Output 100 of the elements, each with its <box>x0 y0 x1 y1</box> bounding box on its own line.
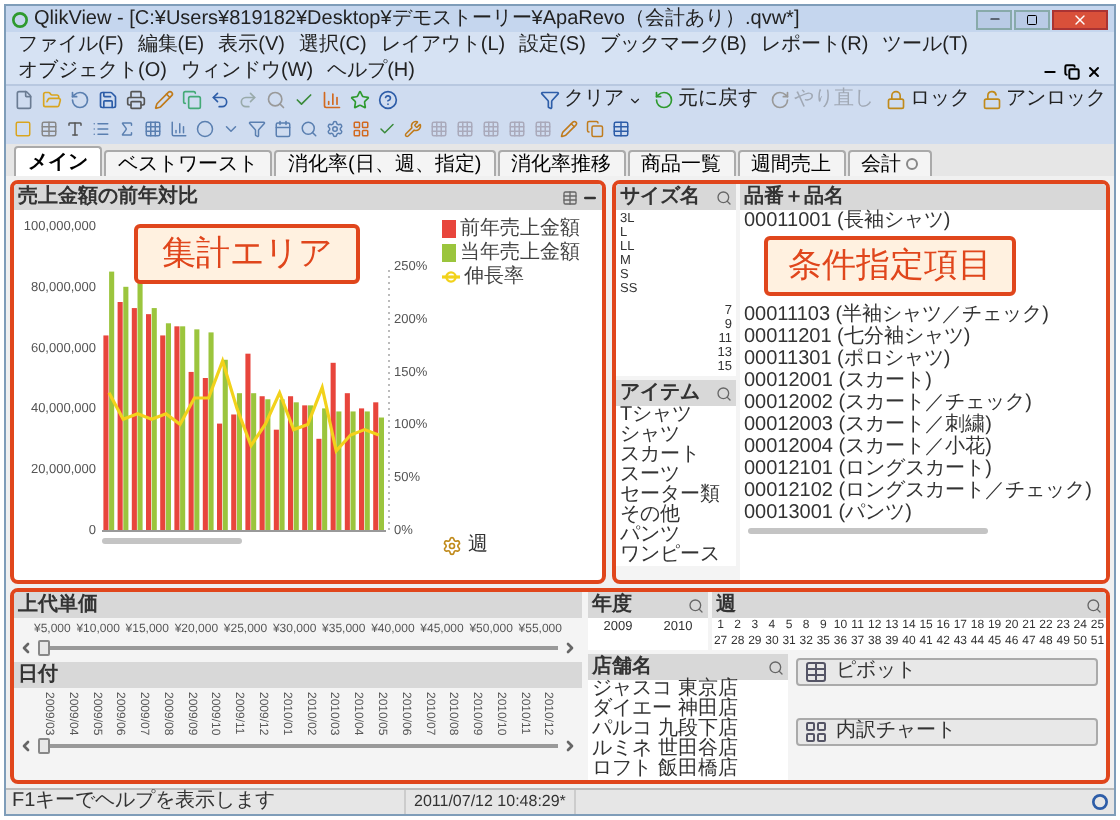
list-item[interactable]: ロフト 飯田橋店 <box>592 760 784 780</box>
slider-thumb[interactable] <box>38 737 50 754</box>
close-button[interactable] <box>1052 9 1108 29</box>
table-icon[interactable] <box>40 120 58 138</box>
redo-icon[interactable] <box>238 90 258 110</box>
layout-icon[interactable] <box>352 120 370 138</box>
list-item[interactable]: パルコ 九段下店 <box>592 720 784 740</box>
reload-icon[interactable] <box>70 90 90 110</box>
table-icon[interactable] <box>562 189 578 205</box>
bar-chart-icon[interactable] <box>322 90 342 110</box>
save-icon[interactable] <box>98 90 118 110</box>
search-icon[interactable] <box>1086 597 1102 613</box>
list-item[interactable]: Tシャツ <box>620 406 732 426</box>
filter-icon[interactable] <box>248 120 266 138</box>
check-icon[interactable] <box>294 90 314 110</box>
list-item[interactable]: スカート <box>620 446 732 466</box>
dropdown-icon[interactable] <box>222 120 240 138</box>
menu-item[interactable]: 選択(C) <box>298 32 367 58</box>
toolbar-button[interactable]: ロック <box>886 88 970 112</box>
list-item[interactable]: 00011001 (長袖シャツ) <box>744 210 1102 232</box>
list-item[interactable]: ワンピース <box>620 546 732 566</box>
list-item[interactable]: 00012003 (スカート／刺繍) <box>744 414 1102 436</box>
slider-track[interactable] <box>38 737 558 754</box>
sheet-tab[interactable]: 週間売上 <box>737 150 846 176</box>
list-item[interactable]: スーツ <box>620 466 732 486</box>
search-icon[interactable] <box>688 597 704 613</box>
list-item[interactable]: 00011301 (ポロシャツ) <box>744 348 1102 370</box>
list-item[interactable]: パンツ <box>620 526 732 546</box>
menu-item[interactable]: ファイル(F) <box>18 32 124 58</box>
align-icon[interactable] <box>430 120 448 138</box>
list-item[interactable]: シャツ <box>620 426 732 446</box>
menu-item[interactable]: 表示(V) <box>218 32 285 58</box>
settings-icon[interactable] <box>326 120 344 138</box>
align-icon[interactable] <box>508 120 526 138</box>
menu-item[interactable]: ウィンドウ(W) <box>180 58 314 84</box>
slider-thumb[interactable] <box>38 640 50 656</box>
menu-item[interactable]: ブックマーク(B) <box>599 32 747 58</box>
menu-item[interactable]: レイアウト(L) <box>380 32 506 58</box>
sheet-tab[interactable]: 商品一覧 <box>627 150 736 176</box>
star-icon[interactable] <box>350 90 370 110</box>
list-item[interactable]: セーター類 <box>620 486 732 506</box>
pencil-icon[interactable] <box>154 90 174 110</box>
file-icon[interactable] <box>14 90 34 110</box>
search-icon[interactable] <box>266 90 286 110</box>
list-item[interactable]: 00011103 (半袖シャツ／チェック) <box>744 304 1102 326</box>
wrench-icon[interactable] <box>404 120 422 138</box>
align-icon[interactable] <box>534 120 552 138</box>
close-icon[interactable] <box>1086 63 1102 79</box>
action-button[interactable]: ピボット <box>796 658 1098 686</box>
toolbar-button[interactable]: クリア <box>540 88 642 112</box>
bar-chart-icon[interactable] <box>170 120 188 138</box>
menu-item[interactable]: レポート(R) <box>760 32 869 58</box>
list-scrollbar[interactable] <box>748 528 988 534</box>
list-item[interactable]: 00012004 (スカート／小花) <box>744 436 1102 458</box>
sigma-icon[interactable] <box>118 120 136 138</box>
list-item[interactable]: 00012002 (スカート／チェック) <box>744 392 1102 414</box>
list-item[interactable]: ジャスコ 東京店 <box>592 680 784 700</box>
calendar-icon[interactable] <box>274 120 292 138</box>
restore-icon[interactable] <box>1064 63 1080 79</box>
list-item[interactable]: 00012001 (スカート) <box>744 370 1102 392</box>
sheet-tab[interactable]: 消化率(日、週、指定) <box>274 150 496 176</box>
menu-item[interactable]: 編集(E) <box>137 32 205 58</box>
list-icon[interactable] <box>92 120 110 138</box>
action-button[interactable]: 内訳チャート <box>796 718 1098 746</box>
sheet-tab[interactable]: 会計 <box>847 150 932 176</box>
search-icon[interactable] <box>768 659 784 675</box>
menu-item[interactable]: 設定(S) <box>519 32 586 58</box>
copy-icon[interactable] <box>182 90 202 110</box>
toolbar-button[interactable]: 元に戻す <box>654 88 758 112</box>
menu-item[interactable]: オブジェクト(O) <box>18 58 167 84</box>
copy-icon[interactable] <box>586 120 604 138</box>
maximize-button[interactable] <box>1014 9 1050 29</box>
table-icon[interactable] <box>612 120 630 138</box>
list-item[interactable]: 00012101 (ロングスカート) <box>744 458 1102 480</box>
pencil-icon[interactable] <box>560 120 578 138</box>
grid-icon[interactable] <box>144 120 162 138</box>
align-icon[interactable] <box>456 120 474 138</box>
list-item[interactable]: ダイエー 神田店 <box>592 700 784 720</box>
list-item[interactable]: ルミネ 世田谷店 <box>592 740 784 760</box>
search-icon[interactable] <box>716 385 732 401</box>
minimize-button[interactable] <box>976 9 1012 29</box>
circle-icon[interactable] <box>196 120 214 138</box>
list-item[interactable]: 00011201 (七分袖シャツ) <box>744 326 1102 348</box>
list-item[interactable]: その他 <box>620 506 732 526</box>
text-icon[interactable] <box>66 120 84 138</box>
undo-icon[interactable] <box>210 90 230 110</box>
menu-item[interactable]: ヘルプ(H) <box>327 58 415 84</box>
search-icon[interactable] <box>716 189 732 205</box>
sheet-tab[interactable]: ベストワースト <box>104 150 272 176</box>
check-icon[interactable] <box>378 120 396 138</box>
folder-icon[interactable] <box>42 90 62 110</box>
printer-icon[interactable] <box>126 90 146 110</box>
chart-scrollbar[interactable] <box>102 538 242 544</box>
new-sheet-icon[interactable] <box>14 120 32 138</box>
sheet-tab[interactable]: 消化率推移 <box>497 150 626 176</box>
settings-icon[interactable] <box>442 535 462 555</box>
align-icon[interactable] <box>482 120 500 138</box>
list-item[interactable]: 00012102 (ロングスカート／チェック) <box>744 480 1102 502</box>
sheet-tab[interactable]: メイン <box>14 146 102 176</box>
help-icon[interactable] <box>378 90 398 110</box>
